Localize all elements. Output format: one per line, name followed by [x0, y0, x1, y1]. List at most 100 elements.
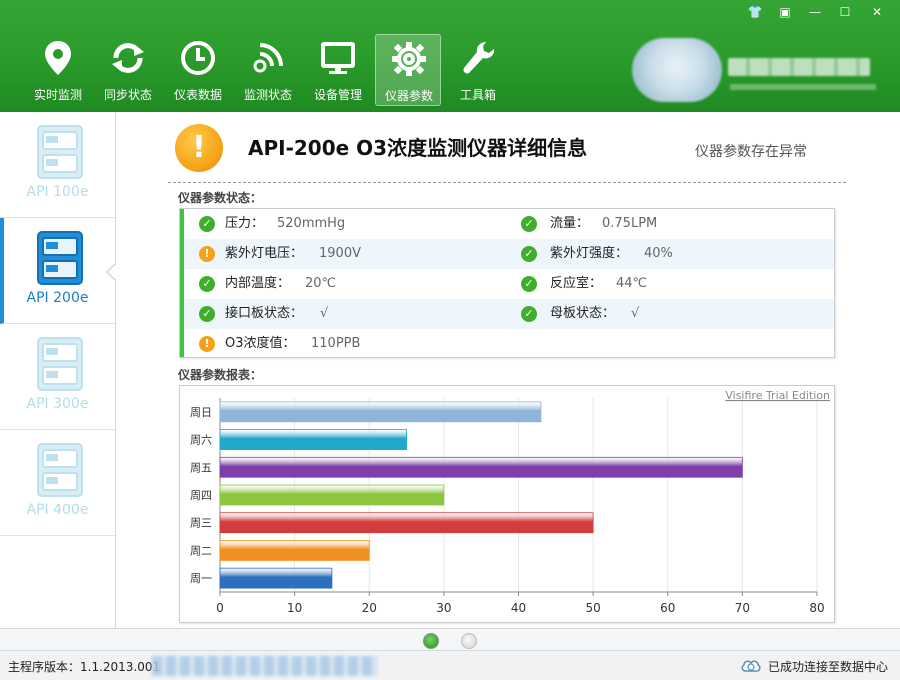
location-pin-icon [45, 41, 71, 75]
instrument-icon [37, 231, 83, 285]
check-icon: ✓ [199, 276, 215, 292]
param-label: O3浓度值： [225, 336, 296, 351]
wrench-icon [463, 42, 495, 74]
param-report-chart: 0 10 20 30 40 50 60 70 80 周一 周二 周三 周四 周五 周六 周日 Visifire … [179, 385, 835, 623]
sidebar-item-api400e[interactable]: API 400e [0, 430, 115, 536]
param-row: ! 紫外灯电压： 1900V ✓ 紫外灯强度： 40% [184, 239, 834, 269]
nav-label: 仪表数据 [173, 88, 222, 102]
version-text: 主程序版本：1.1.2013.001 [8, 660, 161, 674]
param-cell-o3-concentration: ! O3浓度值： 110PPB [184, 329, 504, 359]
param-status-panel: ✓ 压力： 520mmHg ✓ 流量： 0.75LPM ! 紫外灯电压： 190… [179, 208, 835, 358]
monitor-icon [321, 42, 355, 74]
company-subtitle-blurred [730, 84, 876, 90]
nav-label: 同步状态 [103, 88, 152, 102]
x-tick-label: 20 [362, 601, 377, 615]
maximize-button[interactable]: ☐ [834, 3, 856, 21]
close-button[interactable]: ✕ [866, 3, 888, 21]
category-label: 周三 [190, 517, 212, 530]
x-tick-label: 50 [585, 601, 600, 615]
instrument-icon [37, 337, 83, 391]
instrument-icon [37, 125, 83, 179]
x-tick-label: 30 [436, 601, 451, 615]
param-value: √ [631, 306, 640, 321]
x-tick-label: 40 [511, 601, 526, 615]
param-value: 1900V [319, 246, 361, 261]
param-cell-motherboard: ✓ 母板状态： √ [504, 299, 834, 329]
param-value: 110PPB [311, 336, 361, 351]
x-tick-label: 80 [809, 601, 824, 615]
check-icon: ✓ [199, 216, 215, 232]
nav-realtime-monitor[interactable]: 实时监测 [25, 34, 91, 106]
param-label: 紫外灯强度： [550, 246, 629, 261]
bar-2 [219, 540, 370, 561]
param-value: 44℃ [616, 276, 648, 291]
nav-device-management[interactable]: 设备管理 [305, 34, 371, 106]
param-cell-reaction-chamber: ✓ 反应室： 44℃ [504, 269, 834, 299]
device-sidebar: API 100e API 200e API 300e API 400e [0, 112, 116, 628]
company-name-blurred [728, 58, 870, 76]
param-value: 20℃ [305, 276, 337, 291]
sidebar-item-label: API 100e [26, 184, 89, 200]
page-indicator [0, 628, 900, 650]
nav-toolbox[interactable]: 工具箱 [445, 34, 511, 106]
minimize-button[interactable]: — [804, 3, 826, 21]
menu-button[interactable]: ▣ [774, 3, 796, 21]
sidebar-item-api200e[interactable]: API 200e [0, 218, 115, 324]
category-label: 周六 [190, 434, 212, 447]
skin-button[interactable]: 👕 [744, 3, 766, 21]
param-cell-uv-lamp-intensity: ✓ 紫外灯强度： 40% [504, 239, 834, 269]
param-row: ! O3浓度值： 110PPB [184, 329, 834, 359]
company-logo [632, 38, 722, 102]
nav-label: 仪器参数 [384, 89, 433, 103]
status-bar: 主程序版本：1.1.2013.001 已成功连接至数据中心 [0, 650, 900, 680]
page-dot-2[interactable] [461, 633, 477, 649]
nav-label: 实时监测 [33, 88, 82, 102]
sidebar-item-label: API 400e [26, 502, 89, 518]
param-value: √ [320, 306, 329, 321]
bar-1 [219, 567, 333, 589]
category-label: 周日 [190, 406, 212, 419]
x-tick-label: 70 [735, 601, 750, 615]
param-label: 紫外灯电压： [225, 246, 304, 261]
divider [168, 182, 846, 183]
param-cell-flow: ✓ 流量： 0.75LPM [504, 209, 834, 239]
nav-monitor-status[interactable]: 监测状态 [235, 34, 301, 106]
param-label: 内部温度： [225, 276, 291, 291]
trial-watermark[interactable]: Visifire Trial Edition [725, 389, 830, 402]
status-section-label: 仪器参数状态： [178, 191, 263, 205]
param-row: ✓ 内部温度： 20℃ ✓ 反应室： 44℃ [184, 269, 834, 299]
bar-5 [219, 456, 743, 478]
sidebar-item-api300e[interactable]: API 300e [0, 324, 115, 430]
param-cell-interface-board: ✓ 接口板状态： √ [184, 299, 504, 329]
param-label: 压力： [225, 216, 265, 231]
clock-icon [181, 41, 215, 75]
bar-3 [219, 512, 594, 534]
param-value: 520mmHg [277, 216, 346, 231]
nav-meter-data[interactable]: 仪表数据 [165, 34, 231, 106]
param-row: ✓ 接口板状态： √ ✓ 母板状态： √ [184, 299, 834, 329]
sidebar-item-label: API 300e [26, 396, 89, 412]
sidebar-item-api100e[interactable]: API 100e [0, 112, 115, 218]
category-label: 周一 [190, 572, 212, 585]
sidebar-item-label: API 200e [26, 290, 89, 306]
param-value: 40% [644, 246, 673, 261]
top-header: 👕 ▣ — ☐ ✕ 实时监测 同步状态 仪表数据 监测状态 设备管理 仪器参数 … [0, 0, 900, 112]
nav-label: 监测状态 [243, 88, 292, 102]
selection-pointer-inner [108, 263, 117, 281]
page-dot-1[interactable] [423, 633, 439, 649]
blurred-info [152, 656, 377, 676]
status-message: 仪器参数存在异常 [695, 144, 807, 160]
nav-label: 工具箱 [459, 88, 496, 102]
nav-instrument-params[interactable]: 仪器参数 [375, 34, 441, 106]
gear-icon [392, 42, 426, 76]
param-row: ✓ 压力： 520mmHg ✓ 流量： 0.75LPM [184, 209, 834, 239]
sync-icon [112, 43, 144, 73]
check-icon: ✓ [521, 306, 537, 322]
nav-sync-status[interactable]: 同步状态 [95, 34, 161, 106]
warning-small-icon: ! [199, 246, 215, 262]
bar-4 [219, 484, 445, 506]
bar-7 [219, 401, 542, 423]
check-icon: ✓ [521, 276, 537, 292]
chart-section-label: 仪器参数报表： [178, 368, 263, 382]
x-tick-label: 0 [216, 601, 224, 615]
